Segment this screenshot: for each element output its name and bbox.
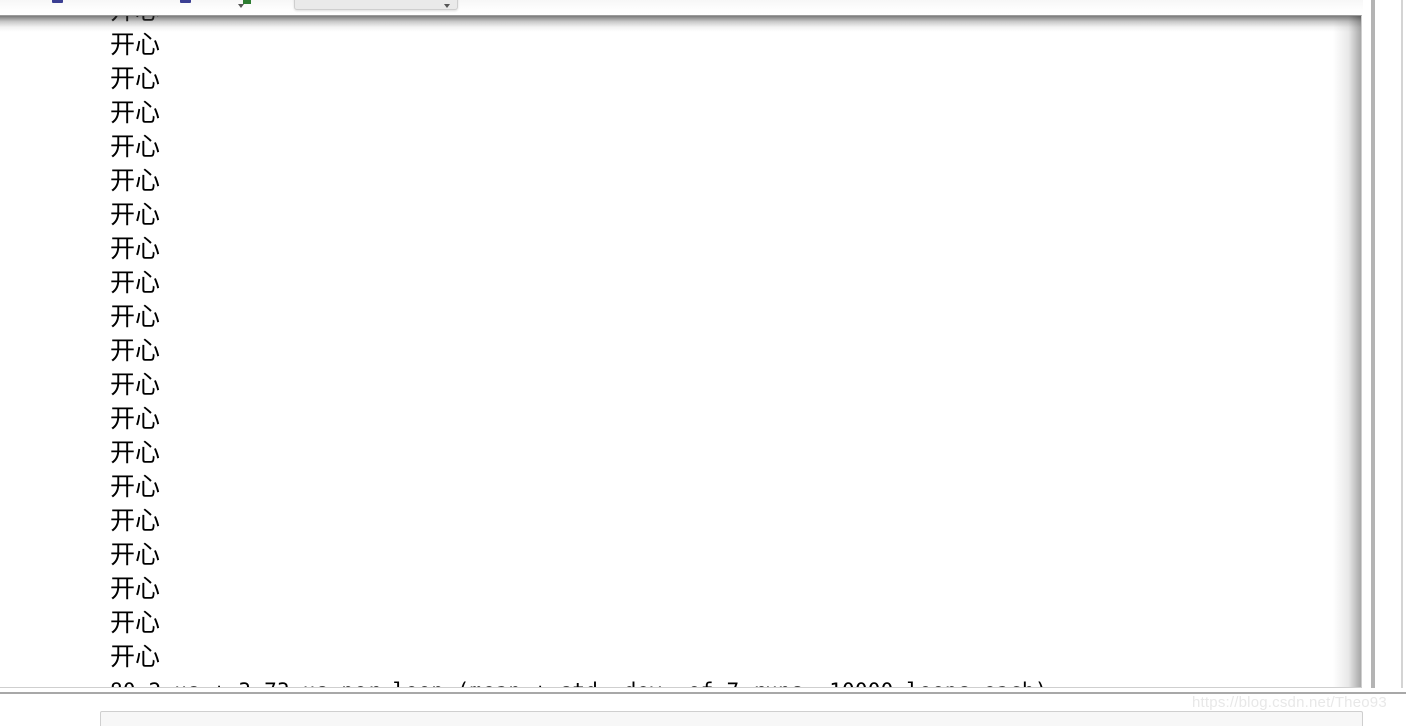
stream-line: 开心: [110, 98, 161, 127]
stream-line: 开心: [110, 16, 1048, 28]
right-gutter: [1363, 0, 1406, 726]
stream-line: 开心: [110, 506, 161, 535]
page-vertical-scrollbar[interactable]: [1401, 0, 1403, 688]
stream-line: 开心: [110, 438, 161, 467]
stream-line: 开心: [110, 166, 161, 195]
stream-line: 开心: [110, 234, 161, 263]
stream-line: 开心: [110, 608, 161, 637]
stream-line: 开心: [110, 268, 161, 297]
stream-line: 开心: [110, 642, 161, 671]
stream-line: 开心: [110, 574, 161, 603]
stream-line: 开心: [110, 30, 161, 59]
stream-line: 开心: [110, 302, 161, 331]
stream-line: 开心: [110, 336, 161, 365]
cell-type-select[interactable]: [294, 0, 458, 10]
add-cell-icon[interactable]: [180, 0, 191, 3]
stream-output-text: 开心开心开心开心开心开心开心开心开心开心开心开心开心开心开心开心开心开心开心开心…: [110, 16, 1048, 687]
save-icon[interactable]: [52, 0, 63, 3]
stream-line: 开心: [110, 370, 161, 399]
run-cell-icon[interactable]: [243, 0, 251, 4]
cell-output-scroll-area[interactable]: 开心开心开心开心开心开心开心开心开心开心开心开心开心开心开心开心开心开心开心开心…: [0, 15, 1362, 688]
scroll-shadow-right: [1333, 16, 1361, 687]
output-vertical-scrollbar[interactable]: [1371, 0, 1375, 688]
notebook-toolbar: [0, 0, 1406, 15]
timeit-result-line: 80.2 µs ± 3.73 µs per loop (mean ± std. …: [110, 674, 1048, 687]
stream-line: 开心: [110, 540, 161, 569]
stream-line: 开心: [110, 132, 161, 161]
stream-line: 开心: [110, 404, 161, 433]
stream-line: 开心: [110, 200, 161, 229]
chevron-down-icon[interactable]: [238, 4, 244, 8]
stream-line: 开心: [110, 64, 161, 93]
chevron-down-icon-secondary[interactable]: [444, 4, 450, 8]
csdn-watermark: https://blog.csdn.net/Theo93: [1192, 694, 1387, 711]
next-input-cell[interactable]: [100, 711, 1363, 726]
stream-line: 开心: [110, 472, 161, 501]
